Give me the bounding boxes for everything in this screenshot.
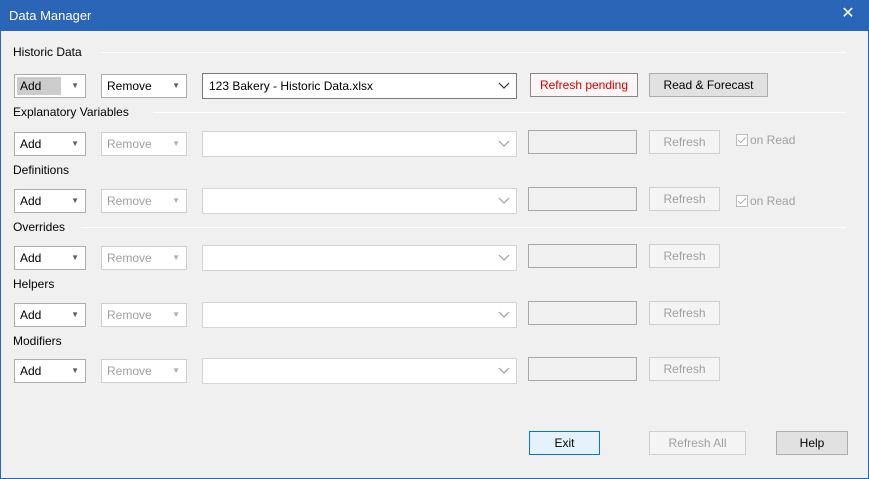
overrides-refresh-button[interactable]: Refresh [649, 244, 720, 268]
explanatory-file-combo[interactable] [202, 131, 517, 157]
chevron-down-icon [498, 311, 510, 318]
helpers-file-combo[interactable] [202, 302, 517, 328]
help-button[interactable]: Help [776, 431, 848, 455]
helpers-refresh-button[interactable]: Refresh [649, 301, 720, 325]
checkbox-icon [736, 195, 748, 207]
on-read-label: on Read [750, 194, 796, 208]
chevron-down-icon [498, 254, 510, 261]
remove-label: Remove [107, 251, 152, 265]
definitions-refresh-button[interactable]: Refresh [649, 187, 720, 211]
remove-label: Remove [107, 194, 152, 208]
chevron-down-icon: ▼ [71, 310, 79, 319]
section-divider [81, 227, 846, 228]
title-bar: Data Manager ✕ [1, 1, 868, 31]
chevron-down-icon: ▼ [71, 253, 79, 262]
chevron-down-icon: ▼ [172, 196, 180, 205]
add-label: Add [20, 194, 42, 208]
remove-label: Remove [107, 308, 152, 322]
section-explanatory-variables: Explanatory Variables [13, 105, 129, 119]
helpers-add-dropdown[interactable]: Add ▼ [14, 303, 86, 327]
chevron-down-icon: ▼ [71, 366, 79, 375]
chevron-down-icon: ▼ [71, 81, 79, 90]
helpers-remove-dropdown[interactable]: Remove ▼ [101, 303, 187, 327]
historic-add-dropdown[interactable]: Add ▼ [14, 74, 86, 98]
explanatory-remove-dropdown[interactable]: Remove ▼ [101, 132, 187, 156]
chevron-down-icon: ▼ [172, 81, 180, 90]
historic-remove-dropdown[interactable]: Remove ▼ [101, 74, 187, 98]
definitions-file-combo[interactable] [202, 188, 517, 214]
chevron-down-icon [498, 197, 510, 204]
chevron-down-icon: ▼ [172, 310, 180, 319]
definitions-on-read-checkbox[interactable]: on Read [736, 194, 795, 210]
explanatory-refresh-button[interactable]: Refresh [649, 130, 720, 154]
modifiers-add-dropdown[interactable]: Add ▼ [14, 359, 86, 383]
section-overrides: Overrides [13, 220, 66, 234]
chevron-down-icon: ▼ [71, 196, 79, 205]
overrides-status [528, 244, 637, 268]
add-label: Add [20, 364, 42, 378]
window-title: Data Manager [9, 8, 92, 23]
add-label: Add [17, 77, 61, 95]
read-forecast-button[interactable]: Read & Forecast [649, 73, 768, 97]
refresh-all-button[interactable]: Refresh All [649, 431, 746, 455]
remove-label: Remove [107, 364, 152, 378]
section-historic-data: Historic Data [13, 45, 82, 59]
section-helpers: Helpers [13, 277, 55, 291]
chevron-down-icon [498, 367, 510, 374]
chevron-down-icon: ▼ [172, 139, 180, 148]
overrides-file-combo[interactable] [202, 245, 517, 271]
historic-status: Refresh pending [530, 73, 638, 97]
section-modifiers: Modifiers [13, 334, 62, 348]
explanatory-status [528, 130, 637, 154]
modifiers-file-combo[interactable] [202, 358, 517, 384]
overrides-remove-dropdown[interactable]: Remove ▼ [101, 246, 187, 270]
overrides-add-dropdown[interactable]: Add ▼ [14, 246, 86, 270]
add-label: Add [20, 137, 42, 151]
chevron-down-icon: ▼ [71, 139, 79, 148]
add-label: Add [20, 308, 42, 322]
close-icon[interactable]: ✕ [836, 3, 860, 25]
chevron-down-icon: ▼ [172, 366, 180, 375]
explanatory-on-read-checkbox[interactable]: on Read [736, 133, 795, 149]
modifiers-status [528, 357, 637, 381]
definitions-status [528, 187, 637, 211]
section-divider [101, 52, 846, 53]
chevron-down-icon [498, 140, 510, 147]
historic-file-value: 123 Bakery - Historic Data.xlsx [209, 79, 374, 93]
definitions-remove-dropdown[interactable]: Remove ▼ [101, 189, 187, 213]
historic-file-combo[interactable]: 123 Bakery - Historic Data.xlsx [202, 73, 517, 99]
definitions-add-dropdown[interactable]: Add ▼ [14, 189, 86, 213]
remove-label: Remove [107, 137, 152, 151]
modifiers-remove-dropdown[interactable]: Remove ▼ [101, 359, 187, 383]
modifiers-refresh-button[interactable]: Refresh [649, 357, 720, 381]
checkbox-icon [736, 134, 748, 146]
add-label: Add [20, 251, 42, 265]
remove-label: Remove [107, 79, 152, 93]
chevron-down-icon [498, 82, 510, 89]
section-divider [153, 112, 846, 113]
exit-button[interactable]: Exit [529, 431, 600, 455]
section-definitions: Definitions [13, 163, 70, 177]
explanatory-add-dropdown[interactable]: Add ▼ [14, 132, 86, 156]
data-manager-window: Data Manager ✕ Historic Data Add ▼ Remov… [0, 0, 869, 479]
on-read-label: on Read [750, 133, 796, 147]
chevron-down-icon: ▼ [172, 253, 180, 262]
helpers-status [528, 301, 637, 325]
